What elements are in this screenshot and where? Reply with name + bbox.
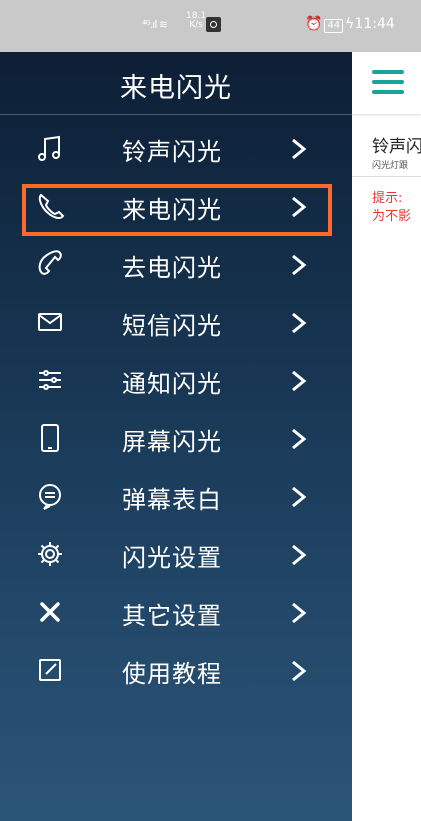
- divider: [0, 114, 352, 115]
- edit-icon: [34, 654, 66, 686]
- network-speed: 18.1 K/s: [186, 12, 206, 30]
- menu-item-sms-flash[interactable]: 短信闪光: [0, 294, 352, 352]
- chevron-right-icon: [284, 248, 312, 282]
- menu-item-label: 使用教程: [122, 660, 222, 688]
- envelope-icon: [34, 306, 66, 338]
- tip-line-1: 提示:: [372, 191, 403, 206]
- menu-item-notification-flash[interactable]: 通知闪光: [0, 352, 352, 410]
- gear-icon: [34, 538, 66, 570]
- music-note-icon: [34, 132, 66, 164]
- notification-icon: [206, 17, 221, 32]
- menu-item-outgoing-call-flash[interactable]: 去电闪光: [0, 236, 352, 294]
- chevron-right-icon: [284, 480, 312, 514]
- tools-icon: [34, 596, 66, 628]
- menu-item-label: 去电闪光: [122, 254, 222, 282]
- menu-item-label: 闪光设置: [122, 544, 222, 572]
- chevron-right-icon: [284, 132, 312, 166]
- menu-item-other-settings[interactable]: 其它设置: [0, 584, 352, 642]
- app-toolbar: [352, 52, 421, 114]
- chevron-right-icon: [284, 422, 312, 456]
- network-speed-unit: K/s: [189, 20, 203, 30]
- menu-item-tutorial[interactable]: 使用教程: [0, 642, 352, 700]
- clock: 11:44: [354, 16, 395, 32]
- drawer-header: 来电闪光: [0, 52, 352, 114]
- chevron-right-icon: [284, 538, 312, 572]
- chevron-right-icon: [284, 190, 312, 224]
- signal-icon: ⁴ᴳ.ıl ≋: [142, 18, 168, 31]
- smartphone-icon: [34, 422, 66, 454]
- menu-icon[interactable]: [372, 70, 404, 94]
- menu-item-label: 铃声闪光: [122, 138, 222, 166]
- chevron-right-icon: [284, 364, 312, 398]
- menu-item-label: 通知闪光: [122, 370, 222, 398]
- status-right: ⏰ 44 ϟ11:44: [305, 16, 395, 33]
- tip-text: 提示: 为不影: [372, 190, 411, 226]
- menu-item-label: 屏幕闪光: [122, 428, 222, 456]
- menu-item-screen-flash[interactable]: 屏幕闪光: [0, 410, 352, 468]
- battery-indicator: 44: [324, 19, 344, 33]
- chat-bubble-icon: [34, 480, 66, 512]
- tip-line-2: 为不影: [372, 209, 412, 224]
- section-subtitle: 闪光灯跟: [372, 161, 409, 171]
- main-content: 铃声闪 闪光灯跟 提示: 为不影: [352, 52, 421, 821]
- outgoing-phone-icon: [34, 248, 66, 280]
- status-bar: ⁴ᴳ.ıl ≋ 18.1 K/s ⏰ 44 ϟ11:44: [0, 0, 421, 52]
- sliders-icon: [34, 364, 66, 396]
- menu-item-label: 来电闪光: [122, 196, 222, 224]
- phone-icon: [34, 190, 66, 222]
- chevron-right-icon: [284, 596, 312, 630]
- alarm-icon: ⏰: [305, 16, 323, 32]
- menu-item-ringtone-flash[interactable]: 铃声闪光: [0, 120, 352, 178]
- navigation-drawer: 来电闪光 铃声闪光 来电闪光 去电闪光 短信闪光 通知闪光 屏幕闪光 弹幕表白 …: [0, 52, 352, 821]
- menu-item-barrage-confession[interactable]: 弹幕表白: [0, 468, 352, 526]
- menu-item-incoming-call-flash[interactable]: 来电闪光: [0, 178, 352, 236]
- chevron-right-icon: [284, 306, 312, 340]
- menu-item-label: 其它设置: [122, 602, 222, 630]
- menu-item-flash-settings[interactable]: 闪光设置: [0, 526, 352, 584]
- menu-item-label: 短信闪光: [122, 312, 222, 340]
- menu-item-label: 弹幕表白: [122, 486, 222, 514]
- drawer-title: 来电闪光: [120, 73, 232, 104]
- section-title: 铃声闪: [372, 137, 421, 157]
- divider: [352, 176, 421, 177]
- chevron-right-icon: [284, 654, 312, 688]
